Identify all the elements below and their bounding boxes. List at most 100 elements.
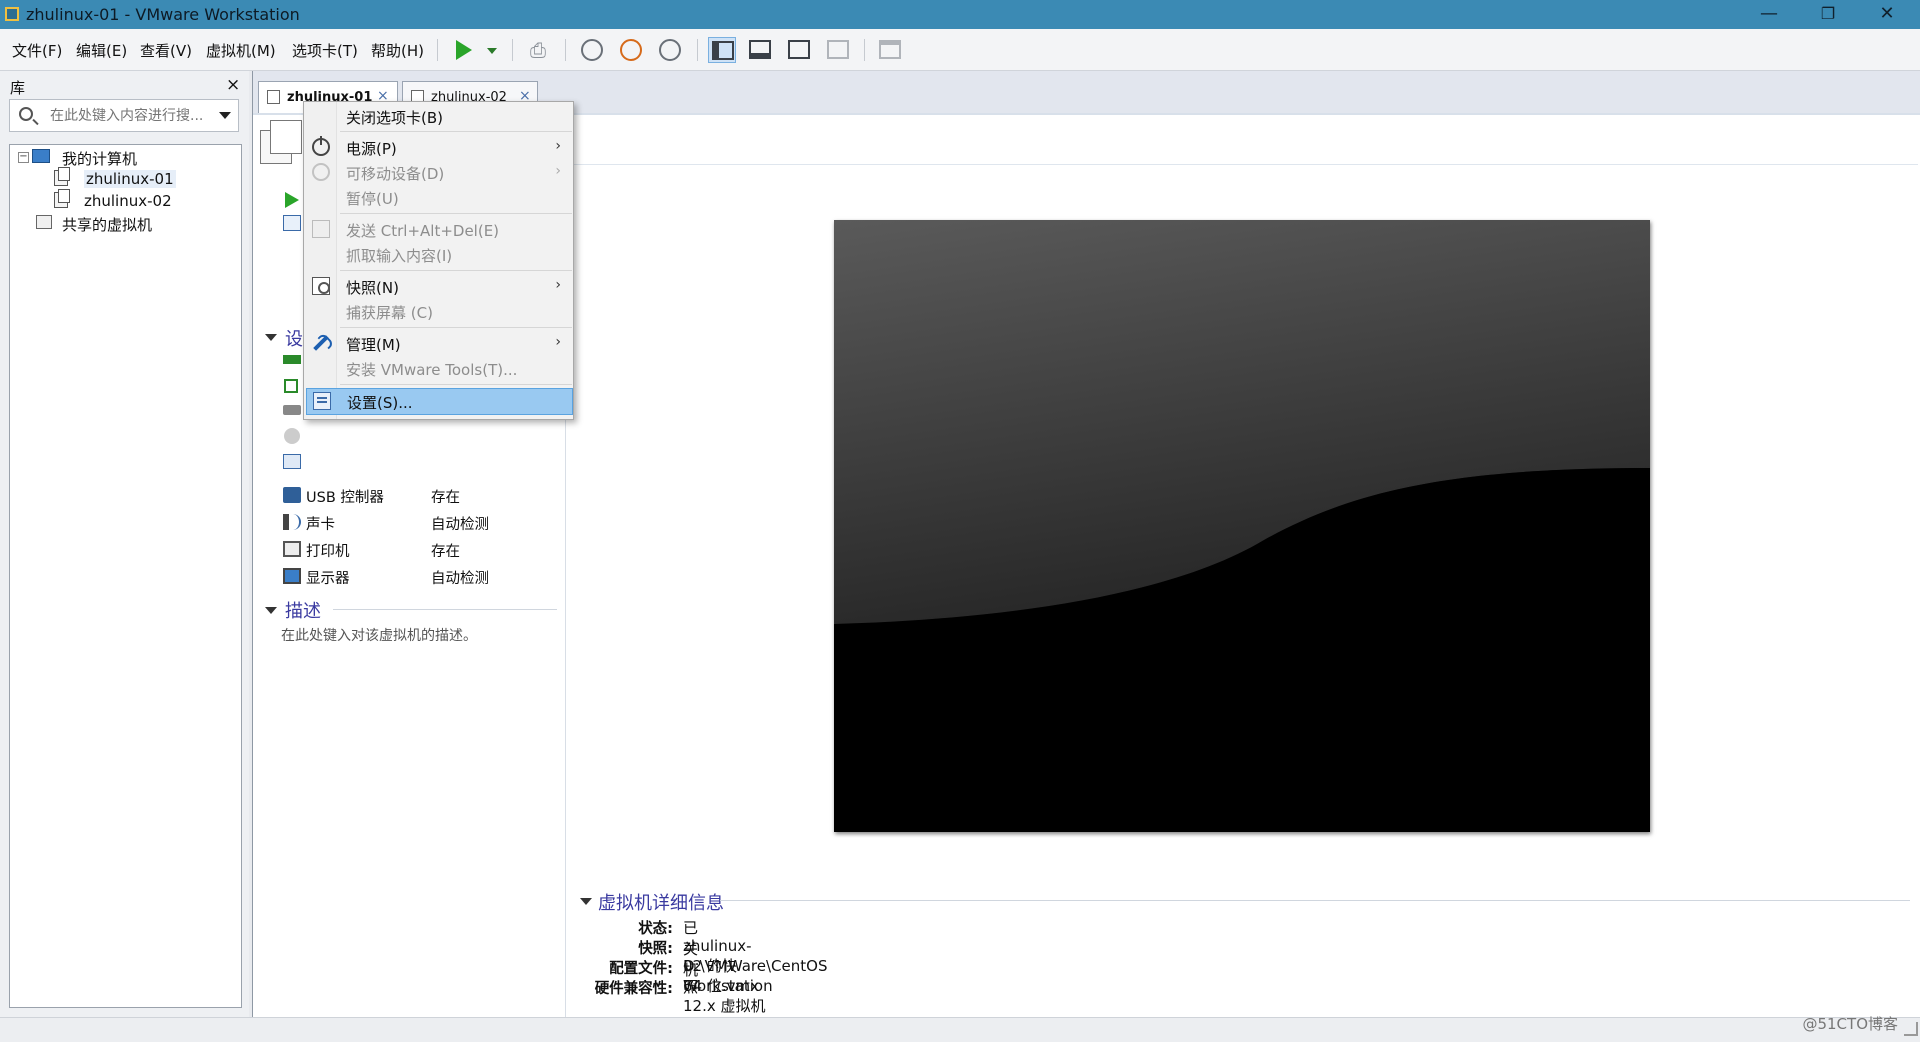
detail-key: 快照:: [638, 941, 673, 957]
menu-item-manage[interactable]: 管理(M) ›: [306, 331, 573, 356]
library-search[interactable]: [9, 99, 239, 132]
window-title: zhulinux-01 - VMware Workstation: [26, 5, 300, 24]
library-view-icon[interactable]: [708, 37, 736, 63]
printer-icon: [283, 541, 301, 557]
submenu-arrow-icon: ›: [555, 138, 561, 154]
device-name: USB 控制器: [306, 490, 384, 506]
preview-wave: [834, 220, 1650, 832]
menu-item-capture-screen: 捕获屏幕 (C): [306, 299, 573, 324]
minimize-button[interactable]: —: [1740, 0, 1798, 29]
unity-icon[interactable]: [824, 37, 852, 63]
vm-large-icon: [260, 120, 302, 164]
search-dropdown-icon[interactable]: [219, 112, 231, 119]
thumbnail-bar-icon[interactable]: [876, 37, 904, 63]
menu-item-label: 捕获屏幕 (C): [346, 304, 433, 322]
vm-icon: [54, 189, 70, 208]
device-name: 显示器: [306, 571, 350, 587]
vm-icon: [54, 167, 70, 186]
hard-disk-icon: [283, 405, 301, 415]
menu-item-install-vmware-tools: 安装 VMware Tools(T)...: [306, 356, 573, 381]
device-value: 存在: [431, 490, 460, 506]
status-bar: [0, 1017, 1920, 1042]
menu-item-close-tab[interactable]: 关闭选项卡(B): [306, 104, 573, 129]
description-input[interactable]: 在此处键入对该虚拟机的描述。: [281, 625, 477, 645]
device-row-usb[interactable]: USB 控制器 存在: [283, 485, 558, 507]
network-adapter-icon: [283, 454, 301, 469]
menu-item-label: 暂停(U): [346, 190, 399, 208]
menu-item-label: 设置(S)...: [347, 394, 413, 412]
menu-item-label: 管理(M): [346, 336, 401, 354]
library-header: 库: [10, 79, 26, 97]
title-bar: zhulinux-01 - VMware Workstation — ❐ ✕: [0, 0, 1920, 29]
menu-vm[interactable]: 虚拟机(M): [206, 40, 276, 61]
devices-section-title: 设: [285, 329, 303, 350]
send-ctrl-alt-del-icon[interactable]: ⎙: [524, 37, 552, 63]
memory-icon: [283, 355, 301, 364]
menu-item-label: 安装 VMware Tools(T)...: [346, 361, 518, 379]
play-icon[interactable]: [450, 37, 478, 63]
snapshot-manager-icon[interactable]: [656, 37, 684, 63]
device-value: 存在: [431, 544, 460, 560]
search-icon: [19, 107, 33, 121]
power-on-icon[interactable]: [285, 192, 299, 208]
menu-item-label: 发送 Ctrl+Alt+Del(E): [346, 222, 500, 240]
menu-item-label: 电源(P): [346, 140, 397, 158]
device-value: 自动检测: [431, 571, 489, 587]
computer-icon: [32, 149, 50, 163]
menu-tabs[interactable]: 选项卡(T): [292, 40, 358, 61]
device-value: 自动检测: [431, 517, 489, 533]
display-icon: [283, 568, 301, 584]
cd-dvd-icon: [284, 428, 300, 444]
submenu-arrow-icon: ›: [555, 163, 561, 179]
vmware-app-icon: [5, 7, 19, 21]
tree-item-shared-vms[interactable]: 共享的虚拟机: [62, 214, 152, 235]
vm-screen-preview[interactable]: [834, 220, 1650, 832]
edit-settings-icon[interactable]: [283, 215, 301, 231]
menu-item-power[interactable]: 电源(P) ›: [306, 135, 573, 160]
menu-file[interactable]: 文件(F): [12, 40, 62, 61]
collapse-details-icon[interactable]: [580, 898, 592, 905]
tree-collapse-button[interactable]: −: [18, 152, 29, 163]
settings-icon: [313, 392, 331, 410]
tree-item-zhulinux-01[interactable]: zhulinux-01: [84, 170, 176, 188]
resize-grip-icon[interactable]: [1904, 1022, 1918, 1036]
play-dropdown-icon[interactable]: [487, 48, 497, 54]
restore-button[interactable]: ❐: [1799, 0, 1857, 29]
menu-help[interactable]: 帮助(H): [371, 40, 424, 61]
device-row-printer[interactable]: 打印机 存在: [283, 539, 558, 561]
device-row-sound[interactable]: 声卡 自动检测: [283, 512, 558, 534]
library-tree: − 我的计算机 zhulinux-01 zhulinux-02 共享的虚拟机: [9, 144, 242, 1008]
detail-key: 配置文件:: [609, 961, 673, 977]
sound-card-icon: [283, 514, 301, 530]
snapshot-icon: [312, 277, 330, 295]
snapshot-revert-icon[interactable]: [617, 37, 645, 63]
menu-item-label: 关闭选项卡(B): [346, 109, 443, 127]
menu-item-send-ctrl-alt-del: 发送 Ctrl+Alt+Del(E): [306, 217, 573, 242]
processor-icon: [284, 379, 298, 393]
device-row-display[interactable]: 显示器 自动检测: [283, 566, 558, 588]
menu-item-label: 抓取输入内容(I): [346, 247, 453, 265]
keyboard-icon: [312, 220, 330, 238]
submenu-arrow-icon: ›: [555, 334, 561, 350]
library-close-button[interactable]: ×: [226, 75, 240, 95]
menu-view[interactable]: 查看(V): [140, 40, 192, 61]
menu-edit[interactable]: 编辑(E): [76, 40, 127, 61]
collapse-devices-icon[interactable]: [265, 334, 277, 341]
menu-item-removable-devices: 可移动设备(D) ›: [306, 160, 573, 185]
fullscreen-icon[interactable]: [785, 37, 813, 63]
console-view-icon[interactable]: [746, 37, 774, 63]
menu-item-label: 快照(N): [346, 279, 399, 297]
shared-vms-icon: [36, 215, 52, 229]
power-icon: [312, 136, 330, 156]
library-panel: 库 × − 我的计算机 zhulinux-01 zhulinux-02 共享的虚…: [0, 71, 249, 1017]
menu-item-snapshot[interactable]: 快照(N) ›: [306, 274, 573, 299]
collapse-description-icon[interactable]: [265, 607, 277, 614]
menu-item-settings[interactable]: 设置(S)...: [306, 388, 573, 415]
vm-tab-icon: [267, 90, 280, 104]
tree-item-my-computer[interactable]: 我的计算机: [62, 148, 137, 169]
tree-item-zhulinux-02[interactable]: zhulinux-02: [84, 192, 172, 210]
snapshot-take-icon[interactable]: [578, 37, 606, 63]
close-window-button[interactable]: ✕: [1858, 0, 1916, 29]
library-search-input[interactable]: [50, 105, 220, 127]
device-name: 声卡: [306, 517, 335, 533]
